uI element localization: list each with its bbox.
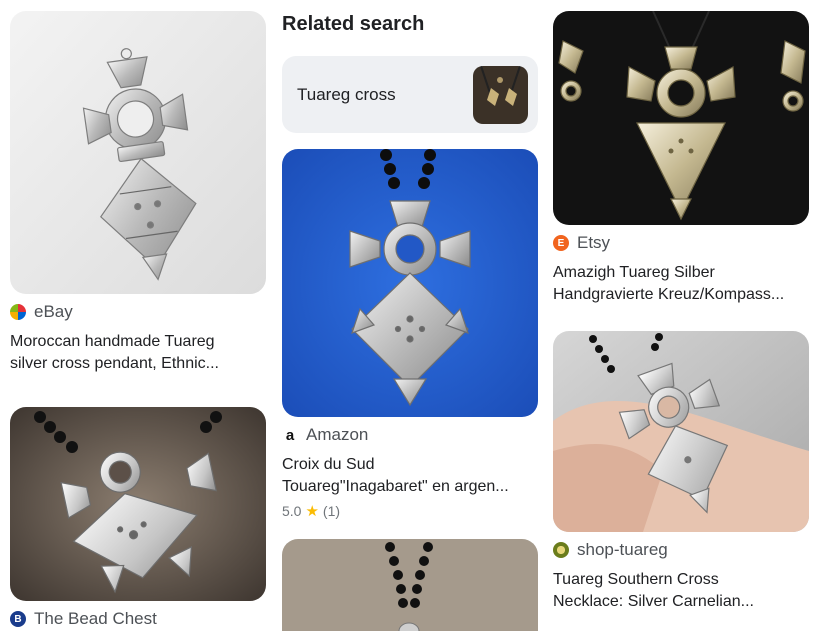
result-title-line[interactable]: silver cross pendant, Ethnic... bbox=[10, 353, 266, 375]
result-title-line[interactable]: Necklace: Silver Carnelian... bbox=[553, 591, 809, 613]
result-title-line[interactable]: Handgravierte Kreuz/Kompass... bbox=[553, 284, 809, 306]
result-rating: 5.0 ★ (1) bbox=[282, 502, 538, 520]
source-name: The Bead Chest bbox=[34, 609, 157, 628]
result-source-shop-tuareg[interactable]: shop-tuareg bbox=[553, 539, 809, 561]
result-image-bead-chest[interactable] bbox=[10, 407, 266, 601]
rating-count: (1) bbox=[322, 503, 341, 519]
tuareg-cross-thumbnail bbox=[473, 65, 528, 124]
rating-value: 5.0 bbox=[282, 503, 302, 519]
results-column-3: E Etsy Amazigh Tuareg Silber Handgravier… bbox=[553, 0, 809, 613]
source-name: eBay bbox=[34, 302, 73, 321]
result-image-amazon[interactable] bbox=[282, 149, 538, 417]
result-title-line[interactable]: Moroccan handmade Tuareg bbox=[10, 331, 266, 353]
tuareg-cross-photo bbox=[553, 331, 809, 532]
related-search-thumbnail bbox=[473, 65, 528, 124]
amazon-favicon-icon: a bbox=[282, 427, 298, 444]
result-title-line[interactable]: Tuareg Southern Cross bbox=[553, 569, 809, 591]
result-title-line[interactable]: Touareg"Inagabaret" en argen... bbox=[282, 476, 538, 498]
result-title-line[interactable]: Croix du Sud bbox=[282, 454, 538, 476]
result-source-amazon[interactable]: a Amazon bbox=[282, 424, 538, 446]
shop-tuareg-favicon-icon bbox=[553, 542, 569, 558]
result-source-etsy[interactable]: E Etsy bbox=[553, 232, 809, 254]
tuareg-cross-photo bbox=[10, 11, 266, 294]
bead-chest-favicon-icon: B bbox=[10, 611, 26, 627]
source-name: shop-tuareg bbox=[577, 540, 668, 559]
related-search-label: Tuareg cross bbox=[297, 84, 396, 104]
star-icon: ★ bbox=[305, 503, 319, 520]
tuareg-cross-photo bbox=[10, 407, 266, 601]
results-column-2: Related search Tuareg cross a Amazon Cro… bbox=[282, 0, 538, 631]
related-search-heading: Related search bbox=[282, 13, 425, 35]
etsy-favicon-icon: E bbox=[553, 235, 569, 251]
related-search-chip[interactable]: Tuareg cross bbox=[282, 56, 538, 133]
ebay-favicon-icon bbox=[10, 304, 26, 320]
result-image-ebay[interactable] bbox=[10, 11, 266, 294]
tuareg-cross-photo bbox=[282, 149, 538, 417]
tuareg-cross-photo bbox=[282, 539, 538, 631]
result-image-shop-tuareg[interactable] bbox=[553, 331, 809, 532]
result-image-partial[interactable] bbox=[282, 539, 538, 631]
tuareg-cross-photo bbox=[553, 11, 809, 225]
result-source-ebay[interactable]: eBay bbox=[10, 301, 266, 323]
result-image-etsy[interactable] bbox=[553, 11, 809, 225]
result-source-bead-chest[interactable]: B The Bead Chest bbox=[10, 608, 266, 630]
result-title-line[interactable]: Amazigh Tuareg Silber bbox=[553, 262, 809, 284]
source-name: Etsy bbox=[577, 233, 611, 252]
results-column-1: eBay Moroccan handmade Tuareg silver cro… bbox=[10, 0, 266, 630]
source-name: Amazon bbox=[306, 425, 369, 444]
